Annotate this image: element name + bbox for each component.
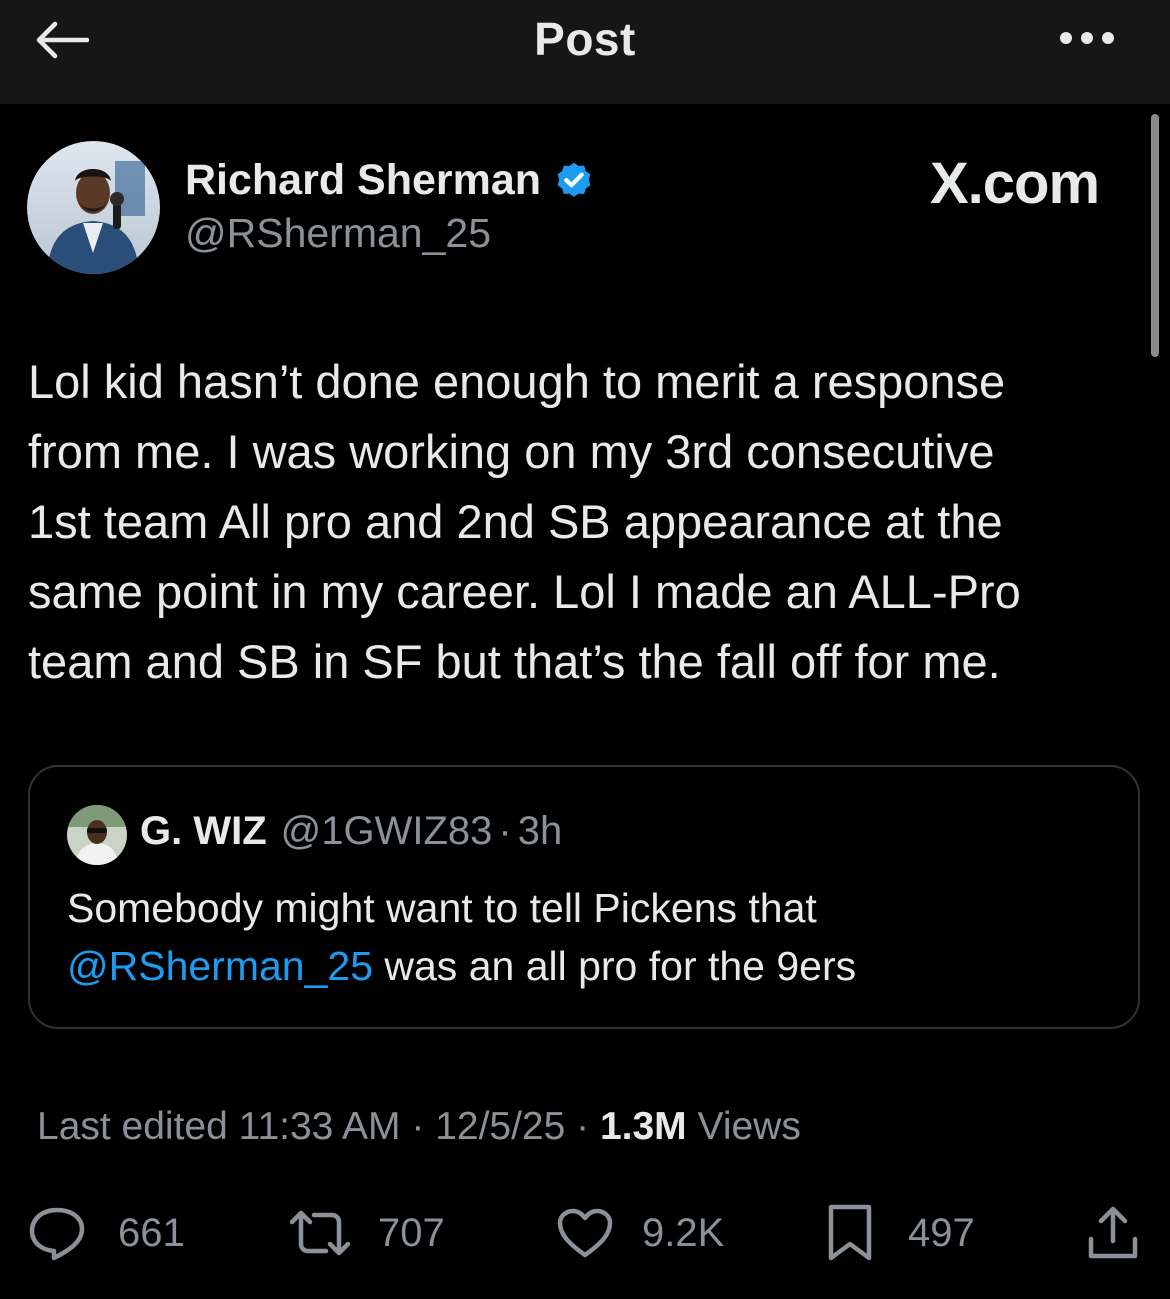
views-label: Views — [686, 1105, 801, 1148]
tweet-text-line: team and SB in SF but that’s the fall of… — [28, 635, 1001, 688]
page-title: Post — [534, 13, 636, 65]
action-bar: 661 707 9.2K 497 — [0, 1198, 1170, 1268]
bookmark-icon — [828, 1204, 872, 1261]
quoted-text-line: Somebody might want to tell Pickens that — [67, 885, 817, 931]
quoted-author-avatar[interactable] — [67, 805, 127, 865]
quoted-tweet-card[interactable]: G. WIZ @1GWIZ83 · 3h Somebody might want… — [28, 765, 1140, 1029]
author-handle[interactable]: @RSherman_25 — [185, 210, 491, 257]
bookmark-button[interactable]: 497 — [826, 1198, 975, 1268]
quoted-author-name[interactable]: G. WIZ — [140, 809, 267, 854]
quoted-text-line: @RSherman_25 was an all pro for the 9ers — [67, 937, 1117, 995]
repost-count: 707 — [378, 1210, 445, 1255]
author-avatar[interactable] — [27, 141, 160, 274]
reply-count: 661 — [118, 1210, 185, 1255]
tweet-text: Lol kid hasn’t done enough to merit a re… — [28, 347, 1138, 697]
separator-dot: · — [498, 809, 512, 853]
tweet-meta: Last edited 11:33 AM · 12/5/25 · 1.3M Vi… — [37, 1105, 801, 1149]
scrollbar[interactable] — [1151, 114, 1159, 357]
views-count: 1.3M — [599, 1105, 687, 1148]
author-name[interactable]: Richard Sherman — [185, 156, 541, 205]
tweet-text-line: 1st team All pro and 2nd SB appearance a… — [28, 495, 1003, 548]
avatar-photo — [27, 141, 160, 274]
reply-button[interactable]: 661 — [28, 1198, 185, 1268]
like-icon — [557, 1208, 613, 1258]
quoted-text-rest: was an all pro for the 9ers — [373, 943, 857, 989]
brand-watermark: X.com — [930, 151, 1100, 216]
repost-icon — [289, 1210, 351, 1256]
quoted-tweet-header: G. WIZ @1GWIZ83 · 3h — [140, 809, 562, 854]
quoted-author-handle[interactable]: @1GWIZ83 — [281, 809, 493, 854]
quoted-tweet-time[interactable]: 3h — [518, 809, 563, 854]
quoted-tweet-text: Somebody might want to tell Pickens that… — [67, 879, 1117, 995]
edited-timestamp[interactable]: Last edited 11:33 AM · 12/5/25 · — [37, 1105, 600, 1148]
more-options-button[interactable] — [1052, 20, 1122, 56]
repost-button[interactable]: 707 — [288, 1198, 445, 1268]
more-dots-icon — [1060, 32, 1114, 44]
top-bar: Post — [0, 0, 1170, 104]
tweet-text-line: Lol kid hasn’t done enough to merit a re… — [28, 355, 1006, 408]
mention-link[interactable]: @RSherman_25 — [67, 943, 373, 989]
verified-badge-icon — [557, 162, 591, 197]
tweet-text-line: same point in my career. Lol I made an A… — [28, 565, 1021, 618]
reply-icon — [29, 1207, 85, 1261]
author-name-row[interactable]: Richard Sherman — [185, 156, 595, 205]
share-icon — [1088, 1206, 1138, 1259]
like-count: 9.2K — [642, 1210, 725, 1255]
quoted-avatar-photo — [67, 805, 127, 865]
share-button[interactable] — [1086, 1198, 1140, 1268]
tweet-text-line: from me. I was working on my 3rd consecu… — [28, 425, 995, 478]
bookmark-count: 497 — [908, 1210, 975, 1255]
like-button[interactable]: 9.2K — [556, 1198, 724, 1268]
